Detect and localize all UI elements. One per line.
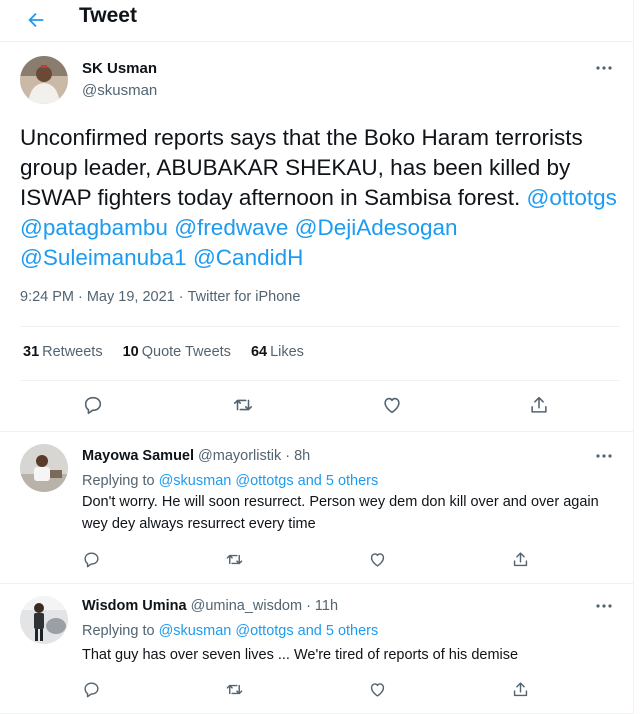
tweet-source[interactable]: Twitter for iPhone xyxy=(188,289,301,305)
tweet-text: Unconfirmed reports says that the Boko H… xyxy=(20,123,620,273)
tweet-stats: 31 Retweets 10 Quote Tweets 64 Likes xyxy=(23,344,304,360)
retweet-icon xyxy=(225,550,244,569)
share-icon xyxy=(511,550,530,569)
heart-icon xyxy=(381,394,403,416)
share-button[interactable] xyxy=(505,674,535,704)
mention-link[interactable]: @Suleimanuba1 xyxy=(20,245,187,270)
retweet-icon xyxy=(232,394,254,416)
share-button[interactable] xyxy=(524,390,554,420)
more-horizontal-icon xyxy=(595,65,613,71)
reply-button[interactable] xyxy=(78,390,108,420)
mention-link[interactable]: @DejiAdesogan xyxy=(295,215,458,240)
retweets-count: 31 xyxy=(23,344,40,360)
avatar[interactable] xyxy=(20,444,68,492)
share-icon xyxy=(511,680,530,699)
tweet-time[interactable]: 9:24 PM xyxy=(20,289,74,305)
more-button[interactable] xyxy=(592,596,616,616)
tweet-page: Tweet SK Usman @skusman Unconfirmed repo… xyxy=(0,0,634,714)
reply-author-name[interactable]: Mayowa Samuel xyxy=(82,448,194,464)
reply-button[interactable] xyxy=(76,674,106,704)
reply-text: That guy has over seven lives ... We're … xyxy=(82,647,519,663)
tweet-actions xyxy=(0,390,634,420)
tweet-body: Unconfirmed reports says that the Boko H… xyxy=(20,125,583,210)
tweet-metadata: 9:24 PM · May 19, 2021 · Twitter for iPhone xyxy=(20,289,301,305)
reply-author: Mayowa Samuel @mayorlistik · 8h xyxy=(82,448,310,464)
divider xyxy=(20,326,620,327)
reply-author-name[interactable]: Wisdom Umina xyxy=(82,598,187,614)
comment-icon xyxy=(82,680,101,699)
likes-stat[interactable]: 64 Likes xyxy=(251,344,304,360)
like-button[interactable] xyxy=(362,544,392,574)
comment-icon xyxy=(82,550,101,569)
retweet-icon xyxy=(225,680,244,699)
quote-tweets-stat[interactable]: 10 Quote Tweets xyxy=(123,344,231,360)
mention-link[interactable]: @fredwave xyxy=(174,215,288,240)
retweet-button[interactable] xyxy=(219,544,249,574)
divider xyxy=(0,583,634,584)
reply-timestamp[interactable]: · 8h xyxy=(285,448,310,464)
likes-label: Likes xyxy=(270,344,304,360)
heart-icon xyxy=(368,680,387,699)
quote-tweets-label: Quote Tweets xyxy=(141,344,231,360)
author-name[interactable]: SK Usman xyxy=(82,60,157,77)
page-header: Tweet xyxy=(0,0,634,42)
author-handle[interactable]: @skusman xyxy=(82,82,157,99)
avatar[interactable] xyxy=(20,56,68,104)
more-button[interactable] xyxy=(592,446,616,466)
replying-to: Replying to @skusman @ottotgs and 5 othe… xyxy=(82,623,378,639)
comment-icon xyxy=(82,394,104,416)
more-horizontal-icon xyxy=(595,453,613,459)
retweet-button[interactable] xyxy=(228,390,258,420)
retweet-button[interactable] xyxy=(219,674,249,704)
reply-author-handle[interactable]: @umina_wisdom xyxy=(191,598,302,614)
reply-button[interactable] xyxy=(76,544,106,574)
reply-text: Don't worry. He will soon resurrect. Per… xyxy=(82,494,599,532)
reply-timestamp[interactable]: · 11h xyxy=(306,598,338,614)
retweets-stat[interactable]: 31 Retweets xyxy=(23,344,103,360)
reply-author: Wisdom Umina @umina_wisdom · 11h xyxy=(82,598,338,614)
divider xyxy=(0,431,634,432)
divider xyxy=(20,380,620,381)
share-icon xyxy=(528,394,550,416)
quote-tweets-count: 10 xyxy=(122,344,139,360)
mention-link[interactable]: @patagbambu xyxy=(20,215,168,240)
share-button[interactable] xyxy=(505,544,535,574)
heart-icon xyxy=(368,550,387,569)
replying-to-links[interactable]: @skusman @ottotgs and 5 others xyxy=(159,623,379,639)
replying-to: Replying to @skusman @ottotgs and 5 othe… xyxy=(82,473,378,489)
more-button[interactable] xyxy=(592,58,616,78)
arrow-left-icon xyxy=(25,9,47,31)
replying-to-links[interactable]: @skusman @ottotgs and 5 others xyxy=(159,473,379,489)
replying-to-label: Replying to xyxy=(82,473,155,489)
avatar[interactable] xyxy=(20,596,68,644)
tweet-date[interactable]: May 19, 2021 xyxy=(87,289,175,305)
like-button[interactable] xyxy=(377,390,407,420)
mention-link[interactable]: @CandidH xyxy=(193,245,303,270)
replying-to-label: Replying to xyxy=(82,623,155,639)
back-button[interactable] xyxy=(20,4,52,36)
more-horizontal-icon xyxy=(595,603,613,609)
like-button[interactable] xyxy=(362,674,392,704)
retweets-label: Retweets xyxy=(42,344,103,360)
mention-link[interactable]: @ottotgs xyxy=(527,185,617,210)
page-title: Tweet xyxy=(79,4,137,27)
likes-count: 64 xyxy=(250,344,268,360)
reply-author-handle[interactable]: @mayorlistik xyxy=(198,448,281,464)
